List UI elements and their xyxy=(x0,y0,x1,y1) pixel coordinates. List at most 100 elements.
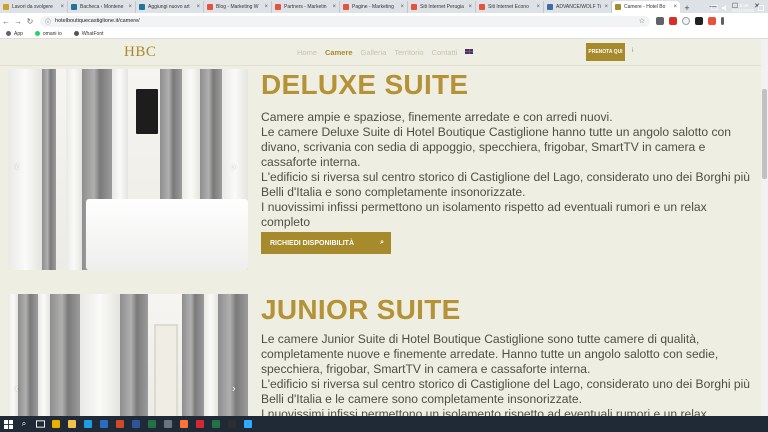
browser-tab[interactable]: Pagine - Marketing × xyxy=(340,1,408,13)
carousel-prev-arrow[interactable]: ‹ xyxy=(15,161,19,173)
close-tab-icon[interactable]: × xyxy=(604,4,608,10)
browser-tab[interactable]: Siti Internet Econo × xyxy=(476,1,544,13)
network-icon[interactable] xyxy=(710,4,719,12)
bookmark-icon xyxy=(34,31,40,36)
book-now-button[interactable]: PRENOTA QUI xyxy=(586,43,625,61)
menu-icon[interactable] xyxy=(721,17,724,25)
close-tab-icon[interactable]: × xyxy=(60,4,64,10)
notes-icon[interactable] xyxy=(160,416,176,432)
browser-tab[interactable]: Siti Internet Perugia × xyxy=(408,1,476,13)
acrobat-icon[interactable] xyxy=(192,416,208,432)
excel-icon[interactable] xyxy=(144,416,160,432)
terminal-icon[interactable] xyxy=(224,416,240,432)
favicon-icon xyxy=(343,4,349,10)
close-tab-icon[interactable]: × xyxy=(673,4,677,10)
file-explorer-icon[interactable] xyxy=(64,416,80,432)
room-paragraph: L'edificio si riversa sul centro storico… xyxy=(261,170,751,199)
powerpoint-icon[interactable] xyxy=(112,416,128,432)
profile-avatar[interactable] xyxy=(682,17,690,25)
bookmark-item[interactable]: App xyxy=(6,31,23,37)
close-tab-icon[interactable]: × xyxy=(400,4,404,10)
browser-tab[interactable]: Camere - Hotel Bo × xyxy=(612,1,680,13)
tab-label: Blog - Marketing W xyxy=(216,4,259,10)
favicon-icon xyxy=(411,4,417,10)
search-icon[interactable]: ⌕ xyxy=(16,416,32,432)
extension-icon[interactable] xyxy=(656,17,664,25)
browser-tab[interactable]: Partners - Marketin × xyxy=(272,1,340,13)
favicon-icon xyxy=(139,4,145,10)
favicon-icon xyxy=(547,4,553,10)
word-icon[interactable] xyxy=(128,416,144,432)
room-description: Camere ampie e spaziose, finemente arred… xyxy=(261,110,751,230)
close-tab-icon[interactable]: × xyxy=(196,4,200,10)
browser-tab[interactable]: Blog - Marketing W × xyxy=(204,1,272,13)
new-tab-button[interactable]: + xyxy=(680,3,694,13)
carousel-prev-arrow[interactable]: ‹ xyxy=(15,383,19,395)
tv-image xyxy=(136,89,158,134)
nav-item-camere[interactable]: Camere xyxy=(325,48,353,57)
close-tab-icon[interactable]: × xyxy=(128,4,132,10)
bed-image xyxy=(86,199,248,270)
browser-tab[interactable]: Aggiungi nuovo art × xyxy=(136,1,204,13)
carousel-next-arrow[interactable]: › xyxy=(232,383,236,395)
volume-icon[interactable] xyxy=(721,4,728,12)
main-nav: Home Camere Galleria Territorio Contatti xyxy=(297,48,474,57)
chrome-icon[interactable] xyxy=(48,416,64,432)
close-tab-icon[interactable]: × xyxy=(536,4,540,10)
rooms-content: ‹ › DELUXE SUITE Camere ampie e spaziose… xyxy=(0,66,761,416)
close-tab-icon[interactable]: × xyxy=(264,4,268,10)
edge-icon[interactable] xyxy=(80,416,96,432)
search-icon: ⌕ xyxy=(380,239,384,246)
window-image xyxy=(154,324,178,416)
nav-item-galleria[interactable]: Galleria xyxy=(361,48,387,57)
browser-tab[interactable]: Bacheca ‹ Montene × xyxy=(68,1,136,13)
task-view-icon[interactable] xyxy=(32,416,48,432)
mail-icon[interactable] xyxy=(96,416,112,432)
excel-2-icon[interactable] xyxy=(208,416,224,432)
bookmark-icon xyxy=(6,31,11,36)
address-bar[interactable]: ⓘ hotelboutiquecastiglione.it/camere/ ☆ xyxy=(40,15,650,27)
close-tab-icon[interactable]: × xyxy=(332,4,336,10)
scrollbar-thumb[interactable] xyxy=(762,89,767,179)
hotel-logo[interactable]: HBC xyxy=(124,44,156,61)
carousel-next-arrow[interactable]: › xyxy=(232,161,236,173)
extension-icon[interactable] xyxy=(695,17,703,25)
tab-label: ADVANCE/WOLF Ti xyxy=(556,4,601,10)
back-button[interactable]: ← xyxy=(0,17,12,26)
site-info-icon[interactable]: ⓘ xyxy=(45,17,51,26)
language-marker[interactable]: i xyxy=(632,48,633,54)
photoshop-icon[interactable] xyxy=(240,416,256,432)
url-text: hotelboutiquecastiglione.it/camere/ xyxy=(55,18,140,24)
room-paragraph: I nuovissimi infissi permettono un isola… xyxy=(261,200,707,229)
room-title: DELUXE SUITE xyxy=(261,69,469,100)
taskbar-clock[interactable]: 16:09 08/11/2020 xyxy=(732,3,754,14)
bookmark-label: WhatFont xyxy=(81,30,104,37)
nav-item-territorio[interactable]: Territorio xyxy=(394,48,423,57)
room-paragraph: Camere ampie e spaziose, finemente arred… xyxy=(261,110,613,124)
bookmark-item[interactable]: WhatFont xyxy=(73,30,104,37)
browser-tab[interactable]: Lavori da svolgere × xyxy=(0,1,68,13)
notifications-icon[interactable] xyxy=(758,4,764,12)
reload-button[interactable]: ↻ xyxy=(24,17,36,26)
room-photo-deluxe: ‹ › xyxy=(8,69,248,270)
nav-item-home[interactable]: Home xyxy=(297,48,317,57)
windows-start-icon[interactable] xyxy=(0,416,16,432)
extension-icon[interactable] xyxy=(708,17,716,25)
extension-icon[interactable] xyxy=(669,17,677,25)
room-paragraph: I nuovissimi infissi permettono un isola… xyxy=(261,407,707,416)
bookmark-star-icon[interactable]: ☆ xyxy=(639,17,645,25)
close-tab-icon[interactable]: × xyxy=(468,4,472,10)
site-header: HBC Home Camere Galleria Territorio Contatti… xyxy=(0,39,761,66)
tab-label: Siti Internet Econo xyxy=(488,4,529,10)
browser-tab[interactable]: ADVANCE/WOLF Ti × xyxy=(544,1,612,13)
firefox-icon[interactable] xyxy=(176,416,192,432)
english-flag-icon[interactable] xyxy=(465,49,474,54)
nav-item-contatti[interactable]: Contatti xyxy=(432,48,458,57)
clock-date: 08/11/2020 xyxy=(731,8,754,13)
tab-label: Siti Internet Perugia xyxy=(420,4,464,10)
page-scrollbar[interactable] xyxy=(761,39,768,416)
room-paragraph: Le camere Junior Suite di Hotel Boutique… xyxy=(261,332,719,376)
request-availability-button[interactable]: RICHIEDI DISPONIBILITÀ ⌕ xyxy=(261,232,391,254)
bookmark-item[interactable]: omani io xyxy=(34,31,62,37)
forward-button[interactable]: → xyxy=(12,17,24,26)
